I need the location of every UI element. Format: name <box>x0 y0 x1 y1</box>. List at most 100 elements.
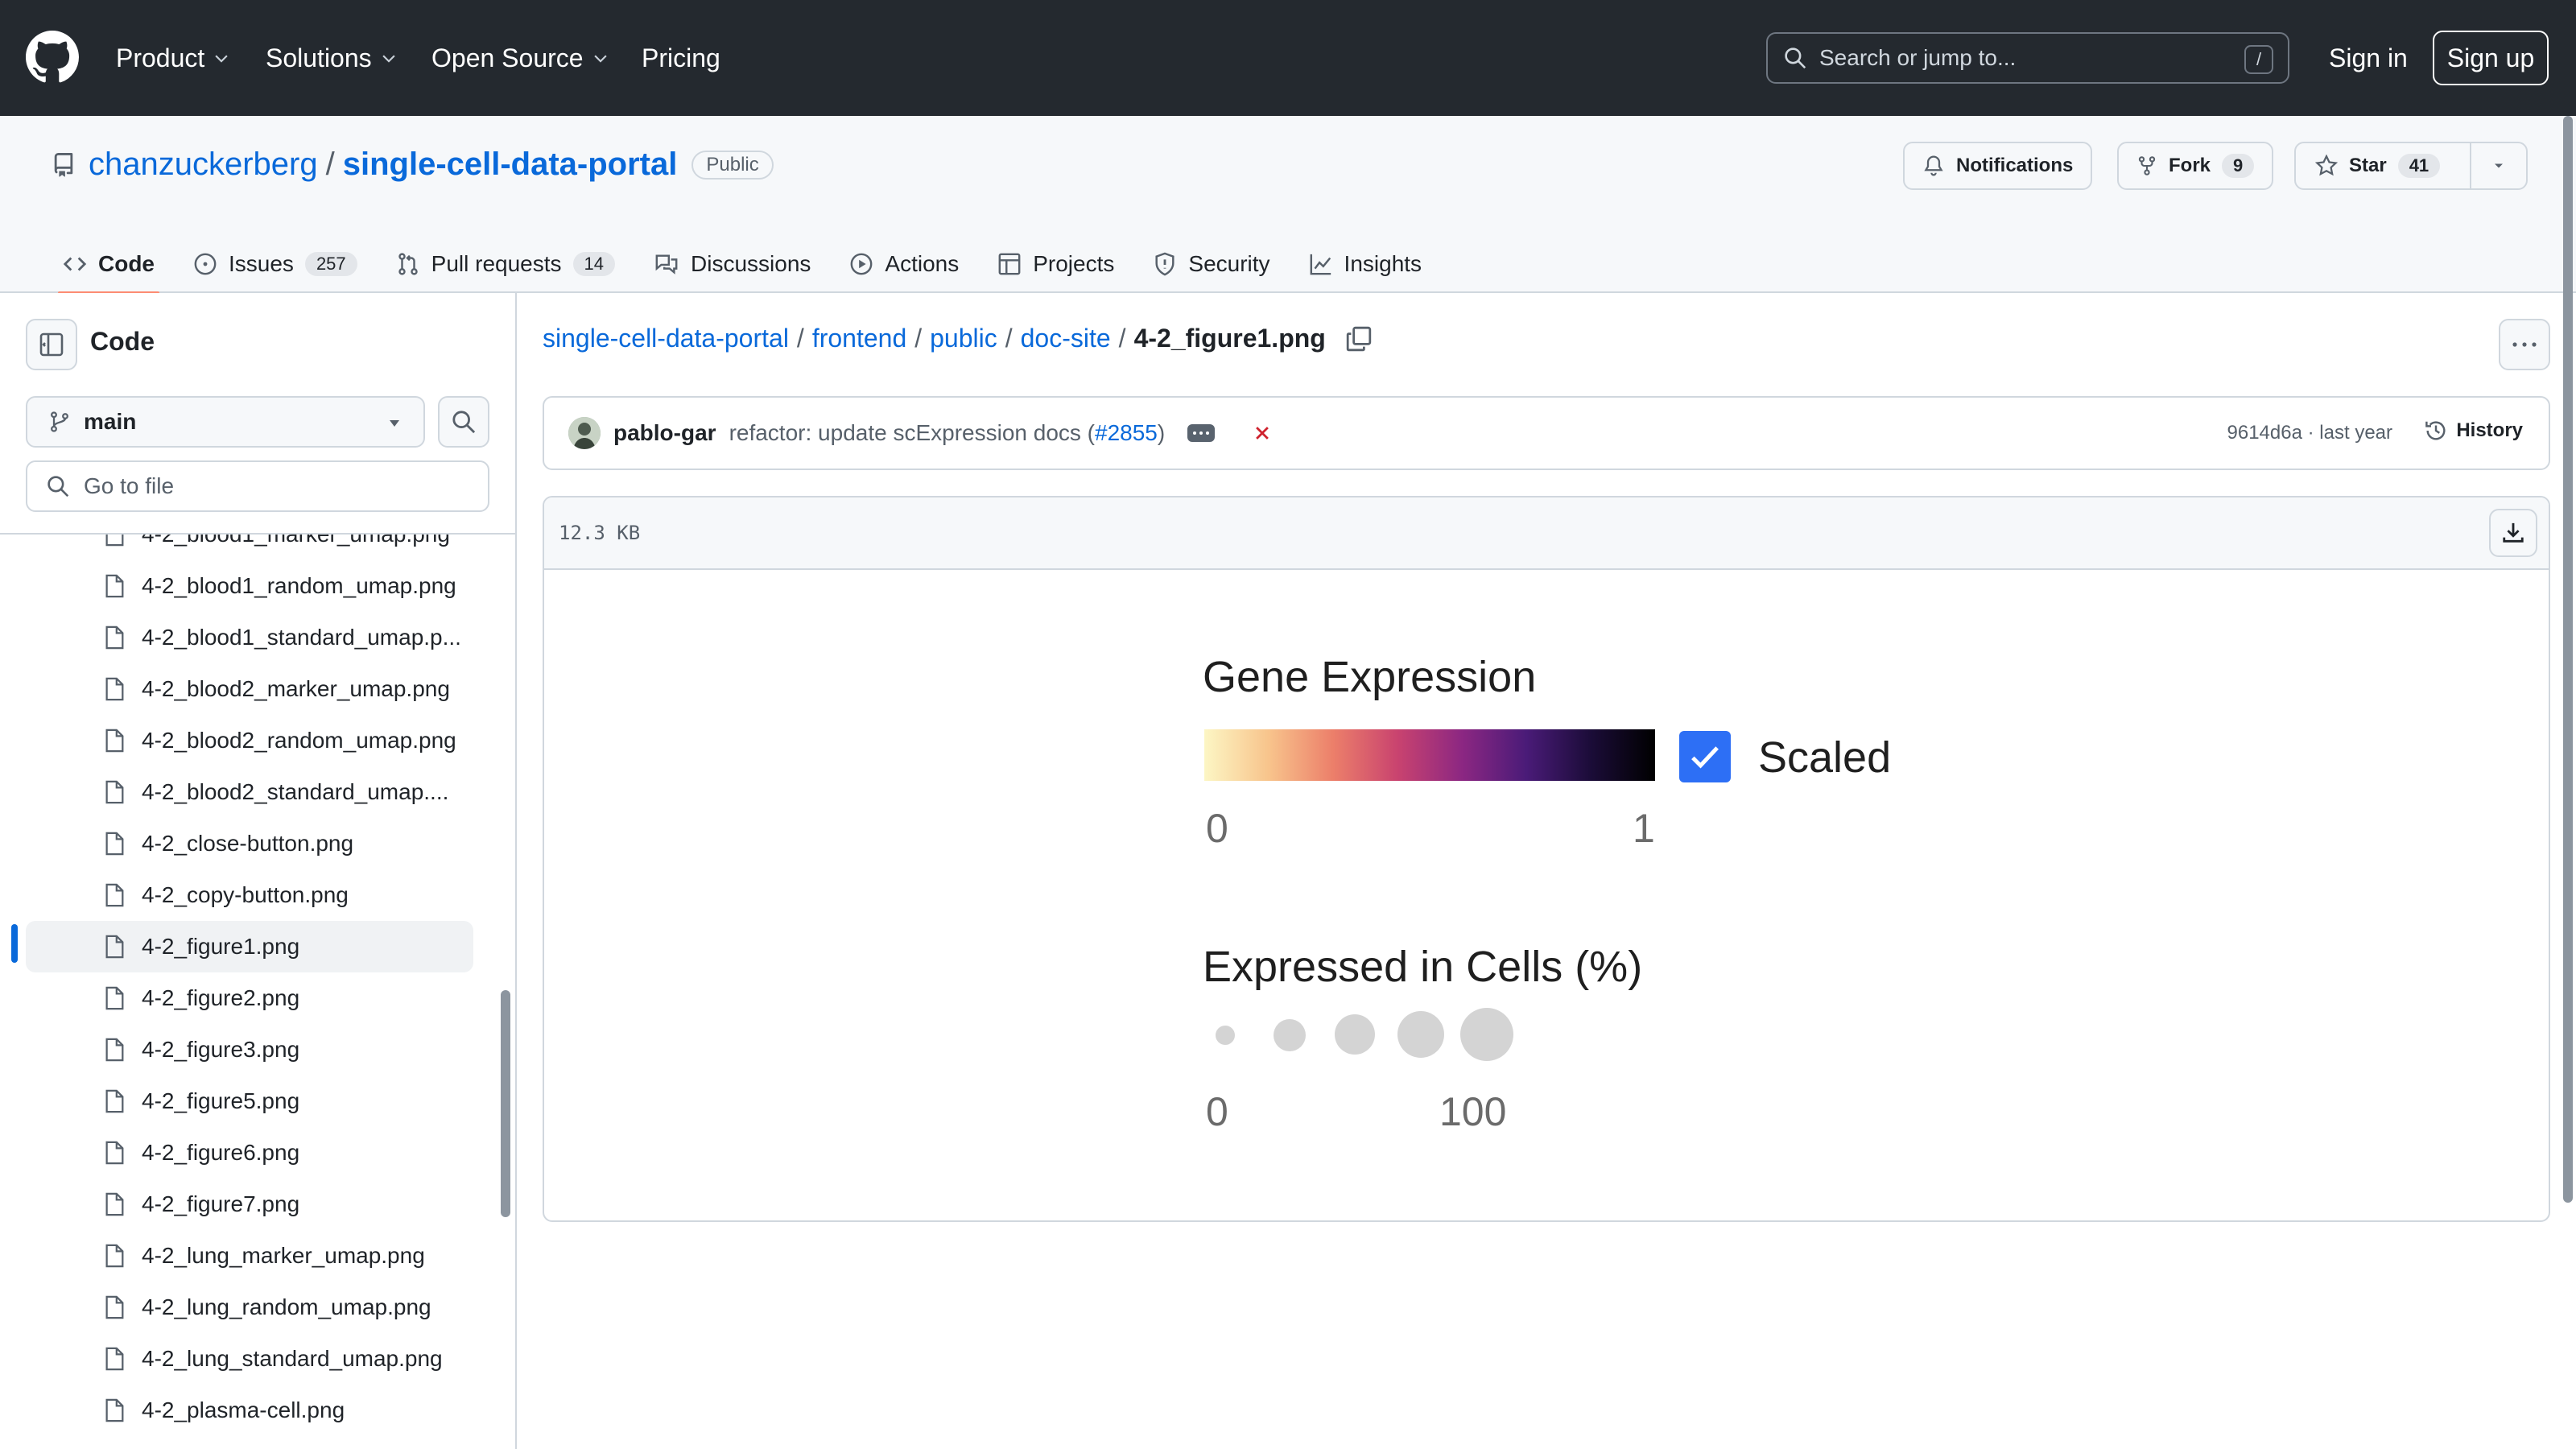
tab-pull-requests[interactable]: Pull requests 14 <box>396 235 616 293</box>
breadcrumb-separator: / <box>1118 324 1126 353</box>
file-icon <box>105 986 124 1010</box>
tab-insights[interactable]: Insights <box>1309 235 1422 293</box>
search-shortcut-key: / <box>2244 45 2273 74</box>
tree-item[interactable]: 4-2_figure5.png <box>0 1075 499 1127</box>
file-viewer: 12.3 KB Gene Expression Scaled 0 1 Expre… <box>543 496 2550 1222</box>
sidebar-scrollbar[interactable] <box>501 990 510 1217</box>
tab-pull-requests-count: 14 <box>572 252 616 276</box>
image-preview: Gene Expression Scaled 0 1 Expressed in … <box>544 572 2549 1220</box>
tab-actions[interactable]: Actions <box>849 235 959 293</box>
breadcrumb-separator: / <box>914 324 923 353</box>
expand-commit-message-button[interactable] <box>1187 424 1216 442</box>
commit-pr-link[interactable]: #2855 <box>1095 420 1158 445</box>
history-button[interactable]: History <box>2424 419 2523 443</box>
tree-item[interactable]: 4-2_lung_marker_umap.png <box>0 1230 499 1282</box>
nav-pricing[interactable]: Pricing <box>642 40 720 76</box>
tab-issues-label: Issues <box>229 251 294 276</box>
file-icon <box>105 1192 124 1216</box>
tree-item[interactable]: 4-2_figure2.png <box>0 972 499 1024</box>
site-header: Product Solutions Open Source Pricing Se… <box>0 0 2576 116</box>
size-dot-2 <box>1274 1019 1306 1051</box>
tree-item[interactable]: 4-2_lung_standard_umap.png <box>0 1333 499 1385</box>
tree-item-selected[interactable]: 4-2_figure1.png <box>26 921 473 972</box>
breadcrumb-separator: / <box>796 324 804 353</box>
copy-path-icon[interactable] <box>1345 325 1373 353</box>
go-to-file-input[interactable]: Go to file <box>26 460 489 512</box>
tree-item[interactable]: 4-2_blood2_standard_umap.... <box>0 766 499 818</box>
repo-name-link[interactable]: single-cell-data-portal <box>343 147 678 183</box>
tab-projects[interactable]: Projects <box>997 235 1114 293</box>
tree-item[interactable]: 4-2_blood1_random_umap.png <box>0 560 499 612</box>
commit-message-text: refactor: update scExpression docs ( <box>729 420 1096 445</box>
commit-message-end: ) <box>1157 420 1166 445</box>
star-button[interactable]: Star 41 <box>2296 143 2471 188</box>
repo-tabs: Code Issues 257 Pull requests 14 Discuss… <box>58 235 1460 295</box>
commit-meta-separator: · <box>2307 422 2314 444</box>
tree-item-label: 4-2_lung_marker_umap.png <box>142 1243 425 1268</box>
kebab-horizontal-icon <box>2512 342 2537 347</box>
breadcrumb-root[interactable]: single-cell-data-portal <box>543 324 789 353</box>
expressed-max-label: 100 <box>1439 1089 1507 1134</box>
commit-sha[interactable]: 9614d6a <box>2227 422 2302 444</box>
tab-discussions[interactable]: Discussions <box>654 235 811 293</box>
commit-message[interactable]: refactor: update scExpression docs (#285… <box>729 420 1166 446</box>
collapse-sidebar-button[interactable] <box>26 319 77 370</box>
tree-item-label: 4-2_blood1_standard_umap.p... <box>142 625 461 650</box>
file-icon <box>105 883 124 907</box>
nav-open-source[interactable]: Open Source <box>431 40 609 76</box>
breadcrumb-frontend[interactable]: frontend <box>812 324 906 353</box>
fork-button[interactable]: Fork 9 <box>2117 142 2274 190</box>
tree-item[interactable]: 4-2_lung_random_umap.png <box>0 1282 499 1333</box>
tree-item[interactable]: 4-2_figure6.png <box>0 1127 499 1179</box>
github-logo-icon[interactable] <box>26 31 79 84</box>
commit-meta: 9614d6a · last year <box>2227 422 2392 444</box>
scale-min-label: 0 <box>1206 806 1228 851</box>
star-lists-dropdown[interactable] <box>2471 143 2526 188</box>
tree-item[interactable]: 4-2_blood1_marker_umap.png <box>0 535 499 560</box>
bell-icon <box>1924 155 1943 176</box>
file-icon <box>105 677 124 701</box>
tree-item-label: 4-2_close-button.png <box>142 831 354 856</box>
tree-item[interactable]: 4-2_plasma-cell.png <box>0 1385 499 1436</box>
repo-owner-link[interactable]: chanzuckerberg <box>89 147 318 183</box>
nav-product[interactable]: Product <box>116 40 230 76</box>
more-options-button[interactable] <box>2499 319 2550 370</box>
download-raw-button[interactable] <box>2489 509 2537 557</box>
tree-item[interactable]: 4-2_copy-button.png <box>0 869 499 921</box>
file-icon <box>105 1347 124 1371</box>
tab-issues[interactable]: Issues 257 <box>193 235 357 293</box>
avatar[interactable] <box>568 417 601 449</box>
sign-up-button[interactable]: Sign up <box>2433 31 2549 85</box>
chevron-down-icon <box>593 55 607 63</box>
branch-selector[interactable]: main <box>26 396 425 448</box>
repo-icon <box>54 152 73 177</box>
nav-product-label: Product <box>116 43 205 72</box>
tab-pull-requests-label: Pull requests <box>431 251 562 276</box>
selected-file-indicator <box>11 924 18 963</box>
global-search-input[interactable]: Search or jump to... / <box>1766 32 2289 84</box>
tree-item[interactable]: 4-2_blood1_standard_umap.p... <box>0 612 499 663</box>
search-files-button[interactable] <box>438 396 489 448</box>
breadcrumb-current-file: 4-2_figure1.png <box>1133 324 1326 353</box>
page-scrollbar[interactable] <box>2563 116 2573 1203</box>
commit-author[interactable]: pablo-gar <box>613 420 716 446</box>
notifications-button[interactable]: Notifications <box>1903 142 2093 190</box>
tab-code[interactable]: Code <box>58 235 159 295</box>
tree-item[interactable]: 4-2_blood2_marker_umap.png <box>0 663 499 715</box>
tree-item[interactable]: 4-2_figure3.png <box>0 1024 499 1075</box>
tab-security[interactable]: Security <box>1153 235 1270 293</box>
file-icon <box>105 1244 124 1268</box>
nav-solutions[interactable]: Solutions <box>266 40 398 76</box>
breadcrumb-doc-site[interactable]: doc-site <box>1021 324 1111 353</box>
tree-item[interactable]: 4-2_close-button.png <box>0 818 499 869</box>
tab-code-label: Code <box>98 251 155 276</box>
tree-item-label: 4-2_figure5.png <box>142 1088 300 1113</box>
breadcrumb-public[interactable]: public <box>930 324 997 353</box>
tree-item-label: 4-2_figure3.png <box>142 1037 300 1062</box>
sign-in-link[interactable]: Sign in <box>2329 40 2408 76</box>
tab-issues-count: 257 <box>304 252 357 276</box>
tree-item[interactable]: 4-2_blood2_random_umap.png <box>0 715 499 766</box>
tree-item[interactable]: 4-2_figure7.png <box>0 1179 499 1230</box>
expressed-min-label: 0 <box>1206 1089 1228 1134</box>
x-icon[interactable] <box>1253 424 1271 442</box>
